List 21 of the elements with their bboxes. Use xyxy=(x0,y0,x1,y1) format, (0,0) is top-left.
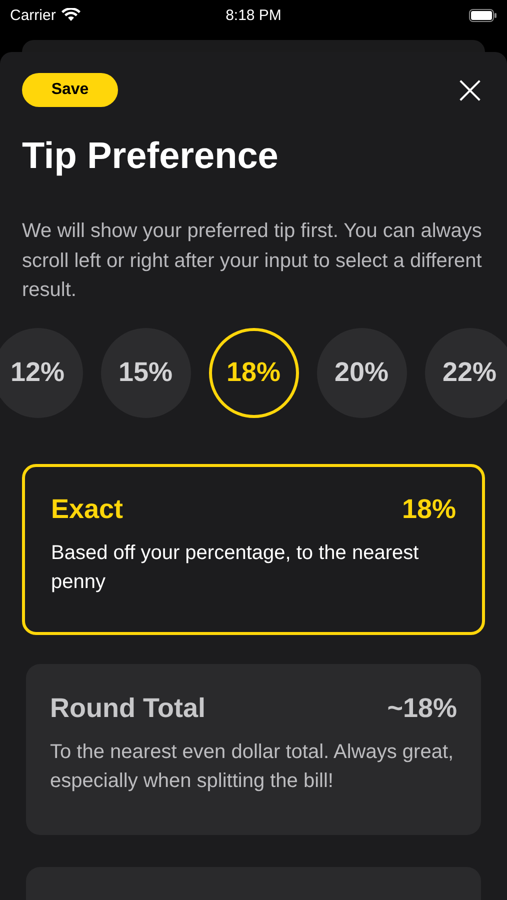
rounding-option-card[interactable]: Exact 18% Based off your percentage, to the nearest penny xyxy=(22,464,485,634)
option-percentage: ~18% xyxy=(387,692,457,724)
battery-icon xyxy=(469,8,497,22)
rounding-option-card[interactable]: Round Total ~18% To the nearest even dollar total. Always great, especially when splitting the bill! xyxy=(26,664,481,834)
description-text: We will show your preferred tip first. You can always scroll left or right after your input to select a different result. xyxy=(22,219,483,303)
tip-option[interactable]: 12% xyxy=(0,328,82,418)
sheet-title: Tip Preference xyxy=(22,135,280,177)
option-percentage: 18% xyxy=(402,494,456,524)
option-description: To the nearest even dollar total. Always great, especially when splitting the bill! xyxy=(50,740,455,794)
option-title: Round Total xyxy=(50,692,206,724)
wifi-icon xyxy=(60,8,81,22)
clock-time: 8:18 PM xyxy=(226,6,282,24)
tip-option[interactable]: 18% xyxy=(208,328,298,418)
option-description: Based off your percentage, to the nearest penny xyxy=(51,540,420,595)
save-button[interactable]: Save xyxy=(22,73,118,107)
carrier-label: Carrier xyxy=(10,6,56,24)
tip-option[interactable]: 20% xyxy=(316,328,406,418)
option-title: Exact xyxy=(51,494,124,524)
tip-option[interactable]: 15% xyxy=(100,328,190,418)
tip-option[interactable]: 22% xyxy=(424,328,507,418)
close-button[interactable]: × xyxy=(453,73,487,107)
